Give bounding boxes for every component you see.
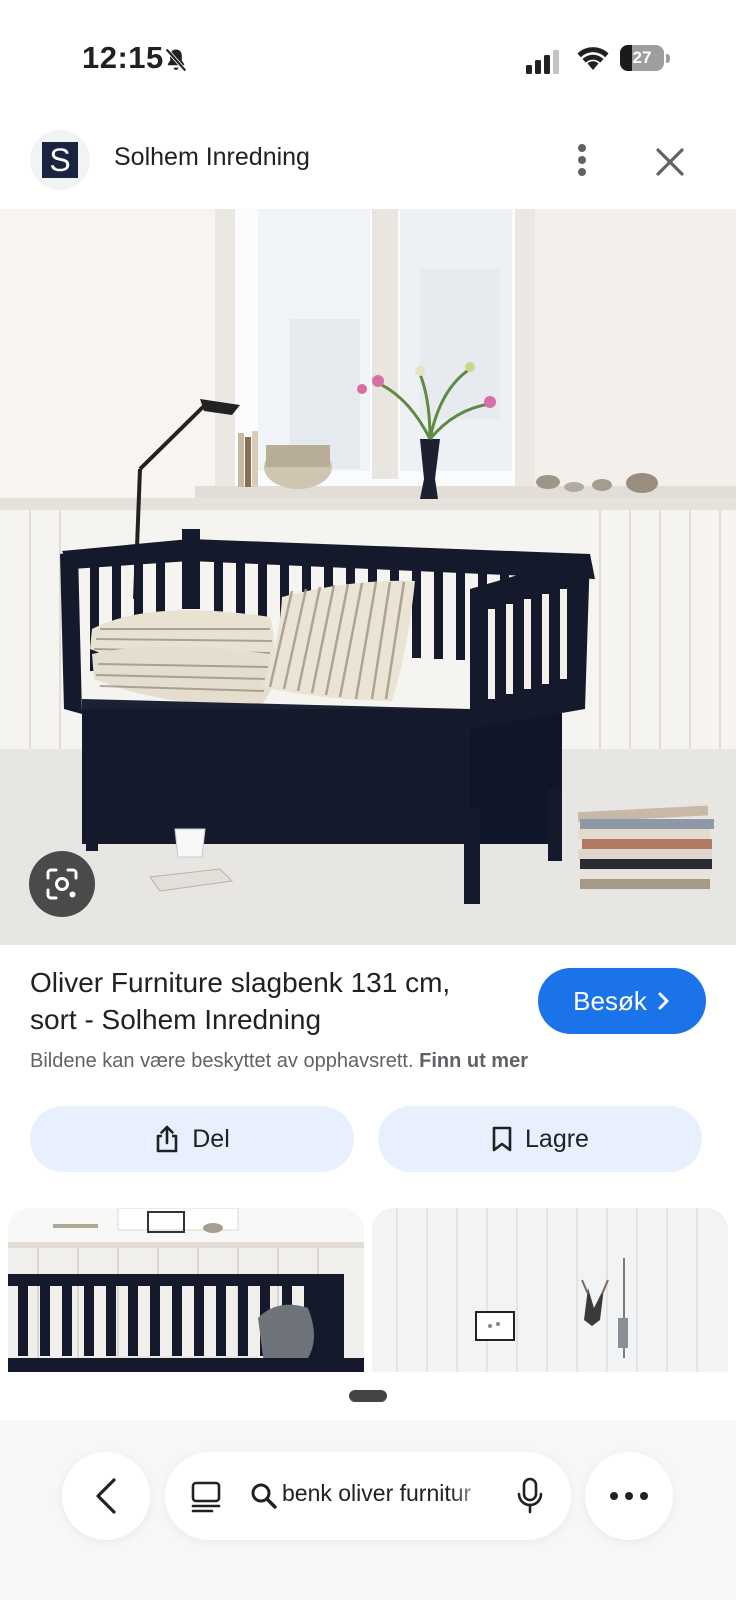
more-horiz-icon [610, 1492, 648, 1500]
share-label: Del [192, 1124, 230, 1153]
visit-label: Besøk [573, 985, 647, 1016]
search-query[interactable]: benk oliver furnitur [282, 1480, 492, 1507]
copyright-notice: Bildene kan være beskyttet av opphavsret… [30, 1050, 528, 1073]
microphone-icon[interactable] [516, 1476, 544, 1516]
related-image[interactable] [372, 1208, 728, 1372]
site-logo: S [42, 142, 78, 178]
learn-more-link[interactable]: Finn ut mer [419, 1050, 528, 1072]
more-vert-icon[interactable] [562, 140, 602, 180]
bookmark-icon [492, 1126, 512, 1152]
battery-level: 27 [632, 48, 652, 67]
more-options-button[interactable] [585, 1452, 673, 1540]
site-name[interactable]: Solhem Inredning [114, 143, 310, 172]
tabs-icon[interactable] [190, 1480, 222, 1514]
sheet-drag-handle[interactable] [349, 1390, 387, 1402]
search-icon [251, 1483, 277, 1509]
chevron-right-icon [658, 992, 669, 1010]
share-button[interactable]: Del [30, 1106, 354, 1172]
result-title[interactable]: Oliver Furniture slagbenk 131 cm, sort -… [30, 964, 500, 1038]
battery-icon: 27 [620, 45, 670, 73]
visit-button[interactable]: Besøk [538, 968, 706, 1034]
site-avatar[interactable]: S [30, 130, 90, 190]
status-time: 12:15 [82, 40, 164, 75]
lens-icon [46, 868, 78, 900]
share-icon [156, 1125, 178, 1153]
save-button[interactable]: Lagre [378, 1106, 702, 1172]
result-image[interactable] [0, 209, 736, 945]
related-image[interactable] [8, 1208, 364, 1372]
copyright-text: Bildene kan være beskyttet av opphavsret… [30, 1050, 414, 1072]
back-arrow-icon [96, 1478, 116, 1514]
signal-icon [526, 50, 559, 74]
back-button[interactable] [62, 1452, 150, 1540]
close-icon[interactable] [650, 142, 690, 182]
lens-search-button[interactable] [29, 851, 95, 917]
bell-muted-icon [165, 48, 187, 72]
save-label: Lagre [525, 1124, 589, 1153]
wifi-icon [577, 47, 609, 70]
